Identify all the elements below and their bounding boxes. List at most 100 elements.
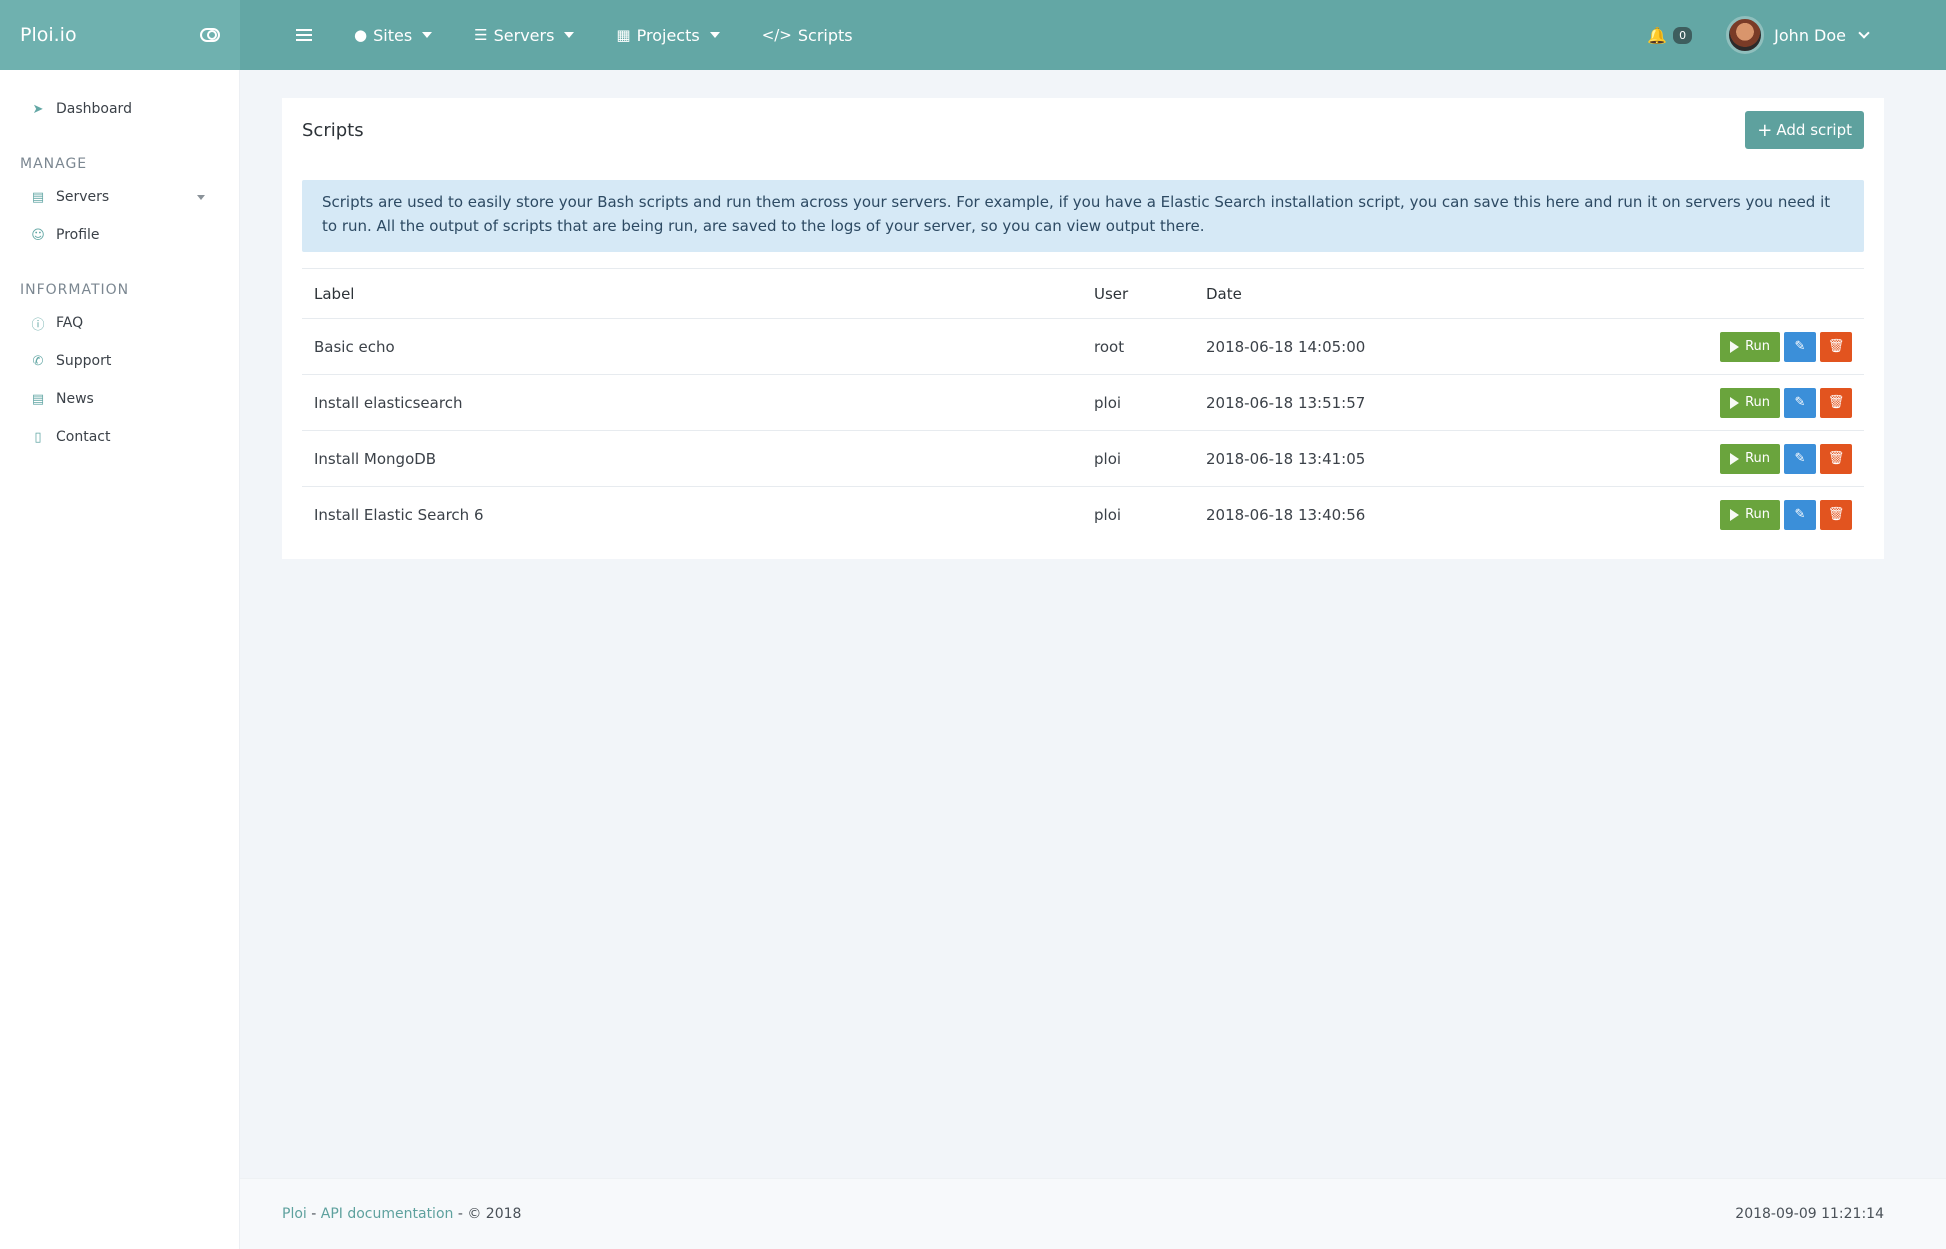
newspaper-icon: ▤ (31, 391, 45, 407)
nav-projects[interactable]: ▦ Projects (616, 25, 720, 45)
script-label: Install Elastic Search 6 (314, 505, 484, 524)
pencil-icon: ✎ (1794, 451, 1806, 466)
footer-separator: - (306, 1206, 321, 1222)
nav-servers-label: Servers (493, 25, 555, 45)
scripts-card: Scripts + Add script Scripts are used to… (282, 98, 1884, 559)
plus-icon: + (1757, 119, 1773, 141)
user-area: 🔔 0 John Doe (1647, 16, 1946, 54)
script-user: ploi (1082, 430, 1194, 487)
nav-scripts[interactable]: </> Scripts (762, 26, 853, 45)
run-label: Run (1745, 507, 1770, 523)
footer-left: Ploi - API documentation - © 2018 (282, 1206, 521, 1222)
sidebar: ➤ Dashboard MANAGE ▤ Servers ☺ Profile I… (0, 70, 240, 1249)
caret-down-icon (422, 32, 433, 38)
globe-icon: ● (354, 26, 368, 44)
scripts-table: Label User Date Basic echo root 2018-06-… (302, 268, 1864, 543)
trash-icon: 🗑 (1827, 339, 1845, 354)
sidebar-item-label: Servers (56, 189, 110, 205)
sitemap-icon: ▦ (616, 26, 631, 44)
footer-copyright: - © 2018 (453, 1206, 522, 1222)
footer: Ploi - API documentation - © 2018 2018-0… (240, 1178, 1946, 1249)
mobile-icon: ▯ (34, 429, 42, 445)
toggle-icon[interactable] (200, 28, 220, 42)
row-actions: Run ✎ 🗑 (1540, 374, 1864, 431)
menu-icon[interactable] (296, 29, 312, 41)
play-icon (1730, 508, 1740, 521)
code-icon: </> (761, 26, 792, 44)
question-icon: ⓘ (31, 317, 45, 333)
chevron-down-icon[interactable] (1858, 27, 1870, 39)
sidebar-item-contact[interactable]: ▯ Contact (0, 418, 239, 456)
table-row: Install elasticsearch ploi 2018-06-18 13… (302, 374, 1864, 431)
brand-area: Ploi.io (0, 0, 240, 70)
delete-button[interactable]: 🗑 (1820, 443, 1852, 474)
top-bar: Ploi.io ● Sites ☰ Servers ▦ Projects </>… (0, 0, 1946, 70)
sidebar-item-profile[interactable]: ☺ Profile (0, 216, 239, 254)
user-icon: ☺ (31, 227, 45, 243)
brand-logo[interactable]: Ploi.io (20, 24, 77, 46)
server-icon: ▤ (31, 189, 45, 205)
play-icon (1730, 452, 1740, 465)
run-label: Run (1745, 339, 1770, 354)
add-script-label: Add script (1776, 121, 1852, 139)
script-label: Basic echo (302, 318, 1082, 375)
delete-button[interactable]: 🗑 (1820, 387, 1852, 418)
trash-icon: 🗑 (1827, 395, 1845, 410)
bell-icon[interactable]: 🔔 (1647, 26, 1667, 45)
sidebar-heading-information: INFORMATION (20, 282, 130, 298)
sidebar-item-faq[interactable]: ⓘ FAQ (0, 304, 239, 342)
run-label: Run (1745, 451, 1770, 466)
script-date: 2018-06-18 13:41:05 (1194, 430, 1541, 487)
sidebar-item-label: Dashboard (56, 101, 132, 117)
nav-servers[interactable]: ☰ Servers (474, 25, 575, 45)
run-button[interactable]: Run (1720, 331, 1780, 362)
row-actions: Run ✎ 🗑 (1540, 318, 1864, 375)
user-name[interactable]: John Doe (1774, 26, 1846, 45)
column-header-user: User (1082, 268, 1194, 319)
run-button[interactable]: Run (1720, 499, 1780, 530)
notification-badge[interactable]: 0 (1673, 26, 1693, 44)
edit-button[interactable]: ✎ (1784, 443, 1816, 474)
script-date: 2018-06-18 13:51:57 (1194, 374, 1541, 431)
nav-projects-label: Projects (636, 25, 700, 45)
page-title: Scripts (302, 120, 364, 141)
run-label: Run (1745, 395, 1770, 410)
script-user: ploi (1082, 374, 1194, 431)
play-icon (1730, 396, 1740, 409)
phone-icon: ✆ (32, 353, 44, 369)
caret-down-icon (564, 32, 575, 38)
row-actions: Run ✎ 🗑 (1541, 487, 1865, 543)
run-button[interactable]: Run (1720, 443, 1780, 474)
sidebar-item-label: FAQ (56, 315, 84, 331)
delete-button[interactable]: 🗑 (1820, 499, 1852, 530)
table-row: Basic echo root 2018-06-18 14:05:00 Run ✎… (302, 318, 1864, 375)
nav-sites[interactable]: ● Sites (354, 25, 433, 45)
trash-icon: 🗑 (1827, 507, 1845, 523)
sidebar-item-dashboard[interactable]: ➤ Dashboard (0, 90, 239, 128)
edit-button[interactable]: ✎ (1784, 387, 1816, 418)
trash-icon: 🗑 (1827, 451, 1845, 466)
sidebar-item-label: Profile (56, 227, 100, 243)
rocket-icon: ➤ (32, 101, 44, 117)
script-date: 2018-06-18 14:05:00 (1194, 318, 1541, 375)
add-script-button[interactable]: + Add script (1745, 111, 1864, 149)
delete-button[interactable]: 🗑 (1820, 331, 1852, 362)
footer-brand-link[interactable]: Ploi (282, 1206, 307, 1222)
avatar[interactable] (1726, 16, 1765, 54)
table-row: Install MongoDB ploi 2018-06-18 13:41:05… (302, 430, 1864, 487)
row-actions: Run ✎ 🗑 (1540, 430, 1864, 487)
sidebar-item-label: Support (56, 353, 112, 369)
nav-sites-label: Sites (373, 25, 413, 45)
sidebar-item-support[interactable]: ✆ Support (0, 342, 239, 380)
sidebar-item-label: News (56, 391, 94, 407)
edit-button[interactable]: ✎ (1784, 499, 1816, 530)
api-documentation-link[interactable]: API documentation (321, 1206, 454, 1222)
top-nav: ● Sites ☰ Servers ▦ Projects </> Scripts (240, 0, 1647, 70)
pencil-icon: ✎ (1794, 339, 1806, 354)
sidebar-item-servers[interactable]: ▤ Servers (0, 178, 239, 216)
sidebar-item-news[interactable]: ▤ News (0, 380, 239, 418)
run-button[interactable]: Run (1720, 387, 1780, 418)
edit-button[interactable]: ✎ (1784, 331, 1816, 362)
caret-down-icon[interactable] (197, 195, 205, 200)
sidebar-heading-manage: MANAGE (20, 156, 88, 172)
